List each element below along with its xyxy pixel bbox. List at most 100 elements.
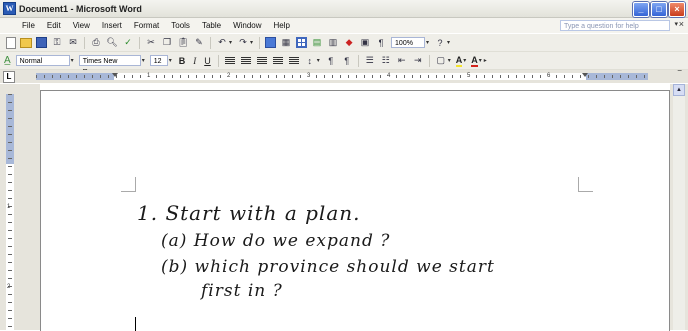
horizontal-ruler[interactable]: 1 2 3 4 5 6 [36,73,648,80]
format-painter-icon[interactable]: ✎ [193,37,205,49]
toolbar-separator [139,36,140,49]
new-document-icon[interactable] [6,36,16,49]
drawing-icon[interactable]: ◆ [343,37,355,49]
ink-line[interactable]: 1. Start with a plan. [137,201,361,225]
spelling-icon[interactable]: ✓ [122,37,134,49]
style-dropdown-icon[interactable]: ▾ [71,57,74,64]
left-indent-marker[interactable] [112,73,118,77]
menu-file[interactable]: File [0,21,41,30]
right-indent-marker[interactable] [582,73,588,77]
scrollbar-track[interactable] [673,84,685,330]
maximize-button[interactable]: □ [651,2,667,17]
tables-borders-icon[interactable]: ▦ [280,37,292,49]
help-search-input[interactable]: Type a question for help [560,20,670,31]
ink-line[interactable]: (b) which province should we start [161,257,495,277]
align-left-icon[interactable] [224,56,235,65]
document-page[interactable]: 1. Start with a plan. (a) How do we expa… [40,90,670,331]
bold-button[interactable]: B [179,56,186,66]
ruler-number: 4 [386,73,392,80]
vertical-ruler-number: 2 [7,284,11,290]
columns-icon[interactable]: ▥ [327,37,339,49]
line-spacing-icon[interactable]: ↕ [304,55,316,67]
menu-window[interactable]: Window [227,21,267,30]
ink-line[interactable]: first in ? [201,281,283,301]
toolbar-separator [217,54,219,67]
permission-icon[interactable]: ⚿ [51,37,63,49]
help-dropdown-icon[interactable]: ▾ [674,20,678,28]
font-size-select[interactable]: 12 [149,55,168,66]
window-controls: _ □ × [633,2,685,17]
ruler-number: 6 [546,73,552,80]
minimize-button[interactable]: _ [633,2,649,17]
menu-edit[interactable]: Edit [41,21,67,30]
print-icon[interactable]: ⎙ [90,37,102,49]
font-size-dropdown-icon[interactable]: ▾ [169,57,172,64]
show-formatting-icon[interactable]: ¶ [375,37,387,49]
save-icon[interactable] [36,37,47,48]
redo-icon[interactable]: ↷ [237,37,249,49]
help-icon[interactable]: ? [434,37,446,49]
ruler-number: 3 [306,73,312,80]
underline-button[interactable]: U [204,56,211,66]
undo-dropdown-icon[interactable]: ▾ [229,39,232,46]
ltr-text-icon[interactable]: ¶ [325,55,337,67]
vertical-ruler[interactable]: 1 2 [6,94,14,330]
print-preview-icon[interactable]: 🔍︎ [106,37,118,49]
align-right-icon[interactable] [256,56,267,65]
hyperlink-icon[interactable] [265,37,277,48]
close-button[interactable]: × [669,2,685,17]
ink-line[interactable]: (a) How do we expand ? [161,231,390,251]
zoom-field[interactable]: 100% [391,37,426,48]
toolbar-separator [357,54,359,67]
style-select[interactable]: Normal [15,55,70,66]
close-document-icon[interactable]: × [679,19,684,29]
increase-indent-icon[interactable]: ⇥ [412,55,424,67]
menu-view[interactable]: View [67,21,96,30]
scroll-up-button[interactable]: ▲ [673,84,685,96]
line-spacing-dropdown-icon[interactable]: ▾ [317,57,320,64]
distributed-icon[interactable] [288,56,299,65]
toolbar-separator [84,36,85,49]
text-cursor [135,317,136,331]
align-center-icon[interactable] [240,56,251,65]
italic-button[interactable]: I [193,56,196,66]
menu-format[interactable]: Format [128,21,165,30]
font-dropdown-icon[interactable]: ▾ [142,57,145,64]
paste-icon[interactable]: 📋︎ [177,37,189,49]
insert-excel-icon[interactable]: ▤ [311,37,323,49]
menu-help[interactable]: Help [268,21,296,30]
toolbar-options-icon[interactable]: ▾ [447,39,450,46]
font-color-dropdown-icon[interactable]: ▾ [479,57,482,64]
copy-icon[interactable]: ❐ [161,37,173,49]
insert-table-icon[interactable] [296,37,308,48]
toolbar-options-icon[interactable]: ▸ [484,57,487,64]
highlight-dropdown-icon[interactable]: ▾ [463,57,466,64]
word-app-icon[interactable]: W [3,2,16,15]
margin-corner-top-left [121,177,136,192]
tab-selector[interactable]: L [3,71,15,83]
cut-icon[interactable]: ✂ [145,37,157,49]
bullets-icon[interactable]: ☷ [380,55,392,67]
highlight-icon[interactable]: A [455,55,463,67]
rtl-text-icon[interactable]: ¶ [341,55,353,67]
open-folder-icon[interactable] [20,37,32,48]
borders-dropdown-icon[interactable]: ▾ [448,57,451,64]
vertical-scrollbar[interactable]: ▲ [670,84,688,330]
font-color-icon[interactable]: A [471,55,478,67]
document-map-icon[interactable]: ▣ [359,37,371,49]
menu-table[interactable]: Table [196,21,227,30]
borders-icon[interactable]: ▢ [435,55,447,67]
email-icon[interactable]: ✉ [67,37,79,49]
ruler-number: 1 [146,73,152,80]
redo-dropdown-icon[interactable]: ▾ [250,39,253,46]
ruler-split-icon[interactable]: ‾ [678,70,684,82]
decrease-indent-icon[interactable]: ⇤ [396,55,408,67]
zoom-dropdown-icon[interactable]: ▾ [426,39,429,46]
font-select[interactable]: Times New Roman [78,55,141,76]
undo-icon[interactable]: ↶ [216,37,228,49]
menu-insert[interactable]: Insert [96,21,128,30]
justify-icon[interactable] [272,56,283,65]
styles-formatting-icon[interactable]: A̲ [4,55,11,66]
numbering-icon[interactable]: ☰ [364,55,376,67]
menu-tools[interactable]: Tools [165,21,196,30]
